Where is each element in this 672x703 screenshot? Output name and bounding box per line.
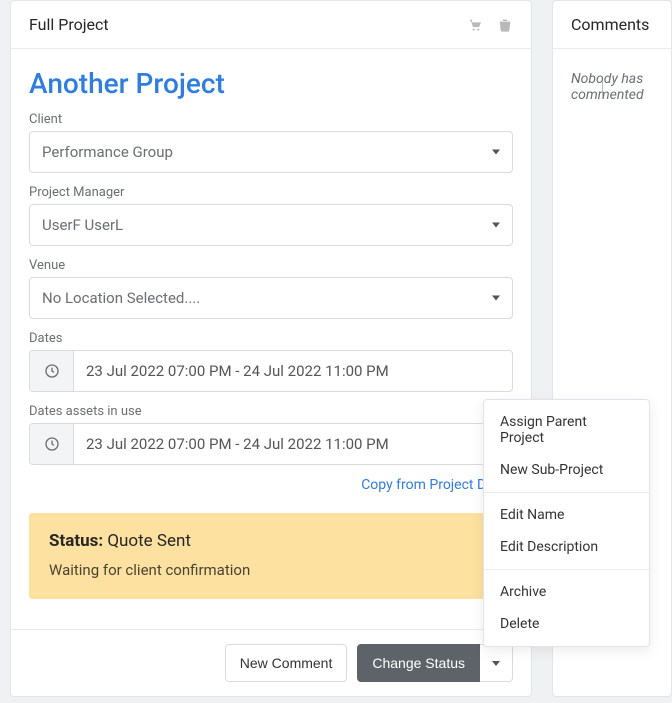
chevron-down-icon [492,661,500,666]
venue-label: Venue [29,258,513,273]
venue-group: Venue No Location Selected.... [29,258,513,319]
asset-dates-value: 23 Jul 2022 07:00 PM - 24 Jul 2022 11:00… [74,424,512,464]
dates-input[interactable]: 23 Jul 2022 07:00 PM - 24 Jul 2022 11:00… [29,350,513,392]
change-status-group: Change Status [357,644,513,682]
venue-select[interactable]: No Location Selected.... [29,277,513,319]
project-actions-menu: Assign Parent Project New Sub-Project Ed… [483,399,650,647]
card-title: Full Project [29,15,109,34]
chevron-down-icon [492,150,500,155]
card-footer: New Comment Change Status [11,629,531,696]
status-sub: Waiting for client confirmation [49,561,493,579]
menu-edit-name[interactable]: Edit Name [484,499,649,531]
card-body: Another Project Client Performance Group… [11,49,531,629]
menu-delete[interactable]: Delete [484,608,649,640]
clock-icon [30,424,74,464]
dates-label: Dates [29,331,513,346]
client-select[interactable]: Performance Group [29,131,513,173]
copy-link-row: Copy from Project Dates [29,477,513,493]
menu-assign-parent[interactable]: Assign Parent Project [484,406,649,454]
status-line: Status: Quote Sent [49,531,493,551]
pm-select[interactable]: UserF UserL [29,204,513,246]
asset-dates-group: Dates assets in use 23 Jul 2022 07:00 PM… [29,404,513,465]
comments-header: Comments [553,1,671,49]
asset-dates-label: Dates assets in use [29,404,513,419]
menu-edit-description[interactable]: Edit Description [484,531,649,563]
dates-group: Dates 23 Jul 2022 07:00 PM - 24 Jul 2022… [29,331,513,392]
status-value: Quote Sent [107,531,191,551]
card-header: Full Project [11,1,531,49]
change-status-button[interactable]: Change Status [357,644,480,682]
chevron-down-icon [492,223,500,228]
cart-icon[interactable] [467,17,483,33]
menu-archive[interactable]: Archive [484,576,649,608]
comments-title: Comments [571,15,649,34]
pm-label: Project Manager [29,185,513,200]
header-actions [467,17,513,33]
status-prefix: Status: [49,531,107,551]
pm-group: Project Manager UserF UserL [29,185,513,246]
clock-icon [30,351,74,391]
asset-dates-input[interactable]: 23 Jul 2022 07:00 PM - 24 Jul 2022 11:00… [29,423,513,465]
comments-body: Nobody has commented [553,49,671,125]
client-label: Client [29,112,513,127]
project-card: Full Project Another Project Client Perf… [10,0,532,697]
menu-new-subproject[interactable]: New Sub-Project [484,454,649,486]
dates-value: 23 Jul 2022 07:00 PM - 24 Jul 2022 11:00… [74,351,512,391]
new-comment-button[interactable]: New Comment [225,644,348,682]
venue-value: No Location Selected.... [42,289,200,307]
trash-icon[interactable] [497,17,513,33]
client-value: Performance Group [42,143,173,161]
change-status-dropdown-toggle[interactable] [480,644,513,682]
menu-divider [484,492,649,493]
menu-divider [484,569,649,570]
comments-empty: Nobody has commented [571,71,644,103]
project-title[interactable]: Another Project [29,67,513,100]
client-group: Client Performance Group [29,112,513,173]
pm-value: UserF UserL [42,216,123,234]
status-box: Status: Quote Sent Waiting for client co… [29,513,513,599]
chevron-down-icon [492,296,500,301]
